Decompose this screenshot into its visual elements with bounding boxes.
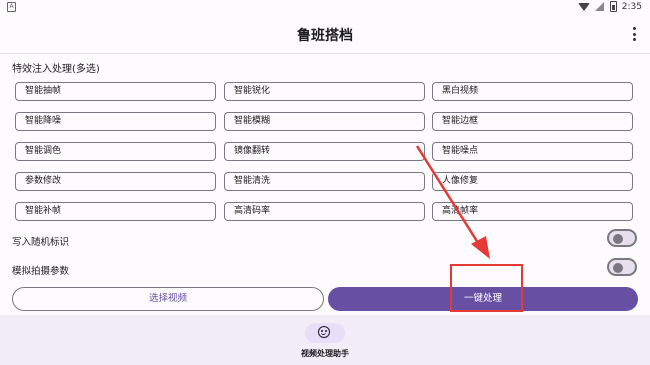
annotation-arrow-head [471, 236, 490, 259]
annotation-arrow-line [415, 145, 482, 247]
annotation-highlight-box [450, 264, 523, 312]
annotation-arrow [415, 145, 490, 259]
